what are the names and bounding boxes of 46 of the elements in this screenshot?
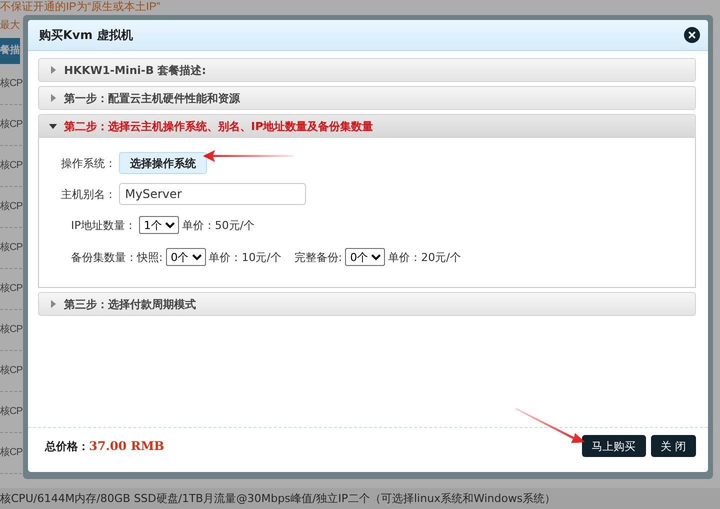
section-header[interactable]: 第三步：选择付款周期模式: [38, 292, 696, 316]
table-cell: 核CP: [0, 269, 22, 310]
section-title: HKKW1-Mini-B 套餐描述:: [64, 62, 206, 78]
notice-text: 最大: [0, 18, 20, 33]
table-cell: 核CP: [0, 392, 22, 433]
count-dropdown[interactable]: 1个: [138, 216, 179, 234]
section-header[interactable]: HKKW1-Mini-B 套餐描述:: [38, 58, 696, 82]
close-icon[interactable]: [684, 27, 700, 43]
close-button[interactable]: 关 闭: [650, 435, 696, 457]
total-label: 总价格：: [45, 438, 89, 454]
table-cell: 核CP: [0, 310, 22, 351]
caret-icon: [49, 122, 57, 130]
section-title: 第二步：选择云主机操作系统、别名、IP地址数量及备份集数量: [64, 118, 374, 134]
notice-text: 不保证开通的IP为“原生或本土IP”: [0, 0, 160, 14]
unit-price: 单价：20元/个: [388, 250, 461, 264]
field-label: IP地址数量：: [71, 218, 136, 232]
arrow-annotation: [515, 408, 585, 444]
section-title: 第一步：配置云主机硬件性能和资源: [64, 90, 240, 106]
caret-icon: [49, 94, 57, 102]
table-cell: 核CP: [0, 105, 22, 146]
caret-icon: [49, 66, 57, 74]
caret-icon: [49, 300, 57, 308]
count-dropdown[interactable]: 0个: [166, 248, 206, 266]
table-header-cell: 餐描: [0, 38, 20, 64]
buy-button[interactable]: 马上购买: [582, 435, 646, 457]
unit-price: 单价：50元/个: [182, 218, 255, 232]
table-cell: 核CP: [0, 146, 22, 187]
table-cell: 核CP: [0, 64, 22, 105]
table-cell: 核CP: [0, 433, 22, 474]
table-cell: 核CP: [0, 228, 22, 269]
alias-field[interactable]: MyServer: [119, 183, 306, 205]
dialog-title: 购买Kvm 虚拟机: [39, 26, 134, 44]
field-label: 操作系统：: [61, 156, 116, 170]
field-label: 完整备份:: [294, 250, 342, 264]
plan-description: 核CPU/6144M内存/80GB SSD硬盘/1TB月流量@30Mbps峰值/独立IP二个（可选择linux系统和Windows系统）: [0, 488, 720, 509]
count-dropdown[interactable]: 0个: [345, 248, 386, 266]
section-title: 第三步：选择付款周期模式: [64, 296, 196, 312]
total-price: 37.00 RMB: [89, 439, 164, 453]
section-header[interactable]: 第二步：选择云主机操作系统、别名、IP地址数量及备份集数量: [38, 114, 696, 138]
unit-price: 单价：10元/个: [208, 250, 282, 264]
section-header[interactable]: 第一步：配置云主机硬件性能和资源: [38, 86, 696, 110]
table-cell: 核CP: [0, 351, 22, 392]
table-cell: 核CP: [0, 187, 22, 228]
field-label: 主机别名：: [61, 186, 116, 202]
field-label: 备份集数量：快照:: [71, 250, 163, 264]
select-os-button[interactable]: 选择操作系统: [119, 152, 207, 174]
